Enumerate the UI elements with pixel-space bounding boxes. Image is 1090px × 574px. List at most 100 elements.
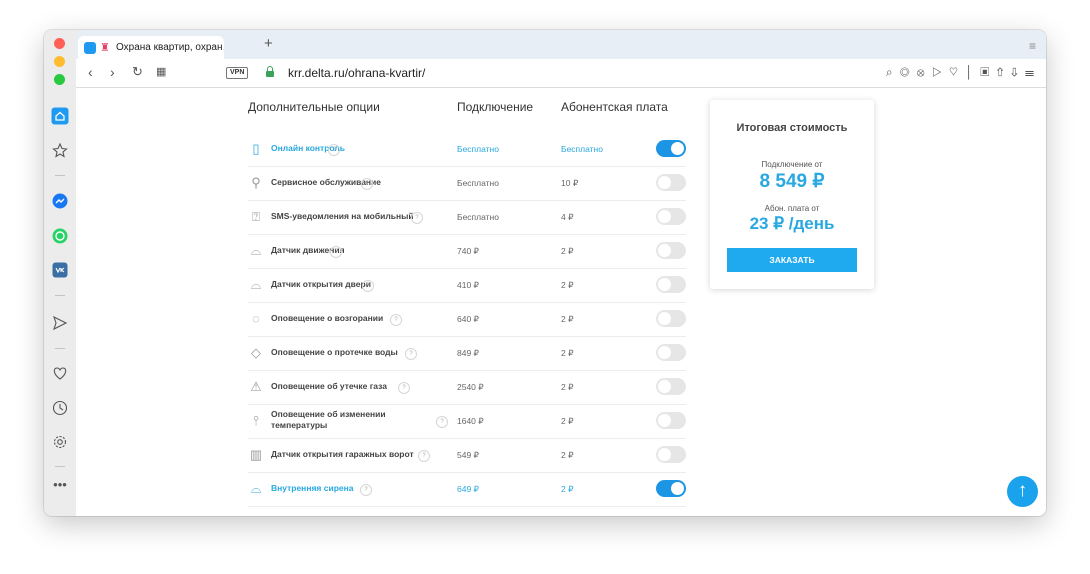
option-toggle[interactable] [656,446,686,463]
minimize-window-button[interactable] [54,56,65,67]
zoom-window-button[interactable] [54,74,65,85]
option-toggle[interactable] [656,208,686,225]
scroll-to-top-button[interactable]: ↑ [1007,476,1038,507]
sms-icon: ⍰ [252,209,260,224]
help-icon[interactable]: ? [361,178,373,190]
option-row: ⌓ Внутренняя сирена? 649 ₽ 2 ₽ [248,472,686,507]
sidebar-divider [55,348,65,349]
option-toggle[interactable] [656,242,686,259]
option-name: Датчик открытия двери [271,279,371,289]
toggle-knob [671,482,684,495]
active-tab[interactable]: ♜ Охрана квартир, охран… [78,36,224,59]
browser-sidebar: ••• [44,30,77,516]
option-monthly-fee: 2 ₽ [561,314,574,324]
toolbar-icons[interactable]: ⌕ ◎ ⊗ ▷ ♡ │ ▣ ⇧ ⇩ ☰ [886,65,1036,80]
help-icon[interactable]: ? [328,144,340,156]
tab-strip: ♜ Охрана квартир, охран… + ≡ [76,30,1046,59]
toggle-knob [671,142,684,155]
option-toggle[interactable] [656,310,686,327]
toggle-knob [658,414,671,427]
option-row: ▥ Датчик открытия гаражных ворот? 549 ₽ 2 ₽ [248,438,686,473]
reload-icon[interactable]: ↻ [132,64,143,80]
home-icon[interactable] [50,106,70,126]
help-icon[interactable]: ? [405,348,417,360]
fee-price: 23 ₽ /день [749,214,835,233]
option-toggle[interactable] [656,174,686,191]
fire-icon: ◌ [252,311,260,326]
sidebar-divider [55,295,65,296]
option-connection-price: 649 ₽ [457,484,479,494]
messenger-icon[interactable] [50,191,70,211]
chat-favicon-icon [84,41,96,54]
gas-icon: ⚠ [250,379,262,394]
connection-price: 8 549 ₽ [759,171,825,192]
url-field[interactable]: krr.delta.ru/ohrana-kvartir/ [288,66,425,80]
tab-menu-icon[interactable]: ≡ [1029,39,1036,53]
vk-icon[interactable] [50,260,70,280]
fee-label: Абон. плата от [764,204,820,213]
forward-icon[interactable]: › [110,64,115,80]
option-connection-price: 740 ₽ [457,246,479,256]
order-button[interactable]: ЗАКАЗАТЬ [727,248,857,272]
whatsapp-icon[interactable] [50,226,70,246]
wrench-icon: ⚲ [251,175,261,190]
option-monthly-fee: 2 ₽ [561,484,574,494]
help-icon[interactable]: ? [390,314,402,326]
garage-icon: ▥ [249,447,263,462]
option-monthly-fee: 2 ₽ [561,382,574,392]
option-name: SMS-уведомления на мобильный [271,211,414,221]
settings-gear-icon[interactable] [50,432,70,452]
lock-icon [266,66,274,77]
help-icon[interactable]: ? [411,212,423,224]
option-monthly-fee: 2 ₽ [561,280,574,290]
option-row: ⚠ Оповещение об утечке газа? 2540 ₽ 2 ₽ [248,370,686,405]
site-favicon-icon: ♜ [100,41,110,54]
option-monthly-fee: 2 ₽ [561,450,574,460]
option-monthly-fee: Бесплатно [561,144,603,154]
option-toggle[interactable] [656,344,686,361]
option-toggle[interactable] [656,480,686,497]
door-sensor-icon: ⌓ [250,277,262,292]
option-name: Оповещение об утечке газа [271,381,387,391]
toggle-knob [658,312,671,325]
more-icon[interactable]: ••• [50,474,70,494]
toggle-knob [658,176,671,189]
help-icon[interactable]: ? [436,416,448,428]
header-fee: Абонентская плата [561,100,668,114]
help-icon[interactable]: ? [330,246,342,258]
help-icon[interactable]: ? [418,450,430,462]
motion-sensor-icon: ⌓ [250,243,262,258]
header-options: Дополнительные опции [248,100,380,114]
option-name: Оповещение об изменении температуры [271,409,386,430]
option-monthly-fee: 4 ₽ [561,212,574,222]
option-toggle[interactable] [656,276,686,293]
new-tab-button[interactable]: + [264,36,273,51]
thermometer-icon: ⫯ [253,413,259,428]
help-icon[interactable]: ? [362,280,374,292]
tab-title: Охрана квартир, охран… [116,42,224,53]
siren-icon: ⌓ [250,481,262,496]
option-connection-price: 640 ₽ [457,314,479,324]
send-icon[interactable] [50,313,70,333]
heart-icon[interactable] [50,363,70,383]
option-toggle[interactable] [656,140,686,157]
summary-card: Итоговая стоимость Подключение от 8 549 … [710,100,874,289]
bookmarks-icon[interactable] [50,140,70,160]
tab-grid-icon[interactable]: ▦ [156,64,166,80]
address-bar: ‹ › ↻ ▦ VPN krr.delta.ru/ohrana-kvartir/… [76,59,1046,88]
close-window-button[interactable] [54,38,65,49]
option-row: ⌓ Датчик движения? 740 ₽2 ₽ [248,234,686,269]
option-toggle[interactable] [656,412,686,429]
vpn-badge[interactable]: VPN [226,67,249,79]
option-toggle[interactable] [656,378,686,395]
history-clock-icon[interactable] [50,398,70,418]
sidebar-divider [55,466,65,467]
option-connection-price: 2540 ₽ [457,382,484,392]
option-name: Датчик открытия гаражных ворот [271,449,414,459]
help-icon[interactable]: ? [398,382,410,394]
option-connection-price: 410 ₽ [457,280,479,290]
help-icon[interactable]: ? [360,484,372,496]
smartphone-icon: ▯ [252,141,260,156]
back-icon[interactable]: ‹ [88,64,93,80]
option-monthly-fee: 2 ₽ [561,416,574,426]
